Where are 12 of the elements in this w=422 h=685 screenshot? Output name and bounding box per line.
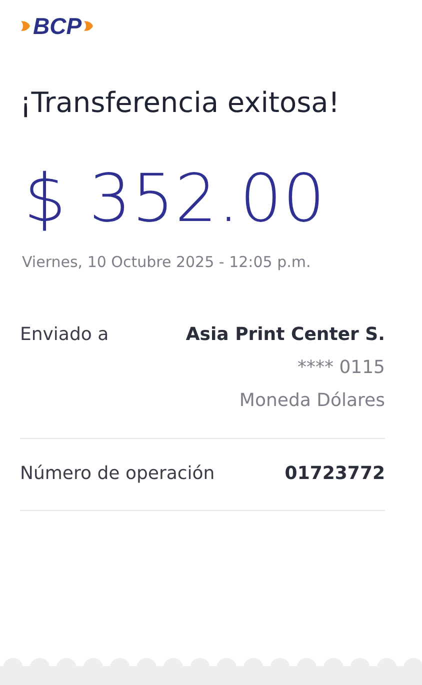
operation-label: Número de operación <box>20 462 215 486</box>
date-time: Viernes, 10 Octubre 2025 - 12:05 p.m. <box>22 252 312 272</box>
page-title: ¡Transferencia exitosa! <box>20 85 341 121</box>
account-number: **** 0115 <box>297 356 385 380</box>
operation-number: 01723772 <box>284 462 385 486</box>
recipient-name: Asia Print Center S. <box>186 323 385 347</box>
chevron-icon <box>20 19 32 33</box>
sent-to-label: Enviado a <box>20 323 109 347</box>
currency: Moneda Dólares <box>239 389 385 413</box>
chevron-icon <box>82 19 95 33</box>
logo-text: BCP <box>33 13 82 39</box>
amount: $ 352.00 <box>24 159 327 239</box>
